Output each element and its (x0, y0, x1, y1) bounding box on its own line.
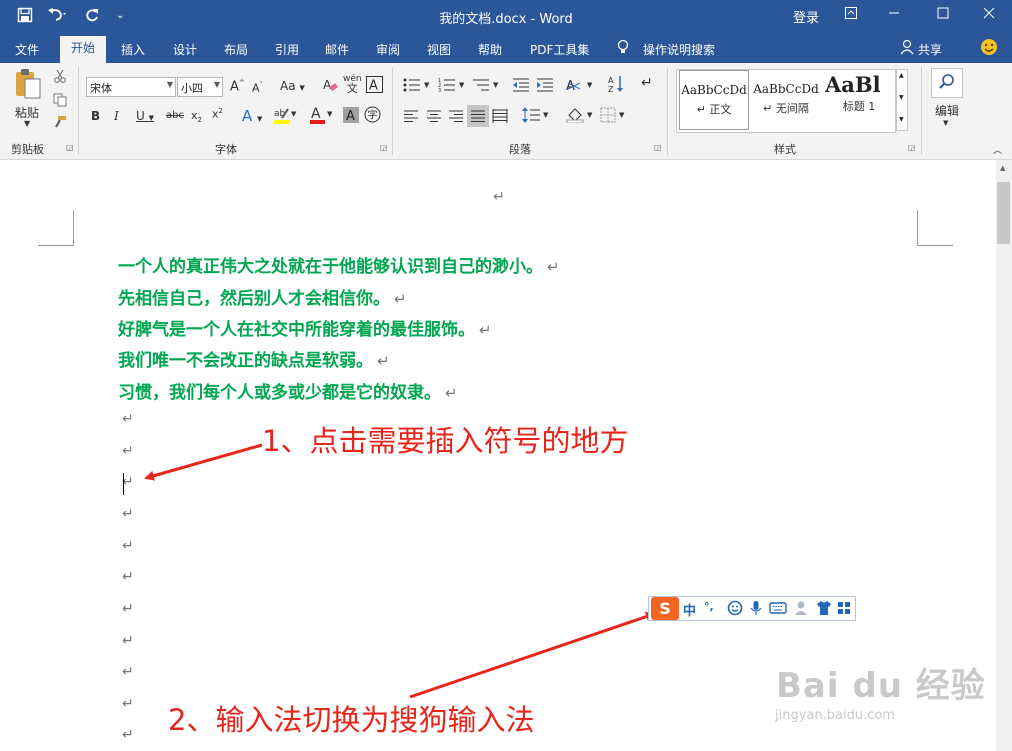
ime-mode-toggle[interactable]: 中 (683, 600, 696, 619)
ime-punct-toggle[interactable]: °, (704, 600, 714, 613)
arrow-to-ime (409, 611, 656, 699)
watermark-logo: Bai du 经验 (776, 666, 986, 706)
watermark-url: jingyan.baidu.com (775, 708, 895, 723)
arrow-to-cursor (144, 443, 263, 481)
annotation-step-2: 2、输入法切换为搜狗输入法 (168, 703, 535, 737)
toolbox-icon[interactable] (837, 601, 851, 619)
annotation-arrows (144, 443, 656, 699)
voice-icon[interactable] (750, 600, 762, 620)
annotation-step-1: 1、点击需要插入符号的地方 (262, 424, 629, 458)
sogou-logo[interactable]: S (651, 597, 679, 620)
keyboard-icon[interactable] (769, 601, 787, 619)
skin-icon[interactable] (816, 600, 832, 620)
ime-toolbar[interactable]: S 中 °, (648, 596, 856, 621)
emoji-icon[interactable] (727, 600, 743, 620)
user-icon[interactable] (794, 600, 810, 620)
